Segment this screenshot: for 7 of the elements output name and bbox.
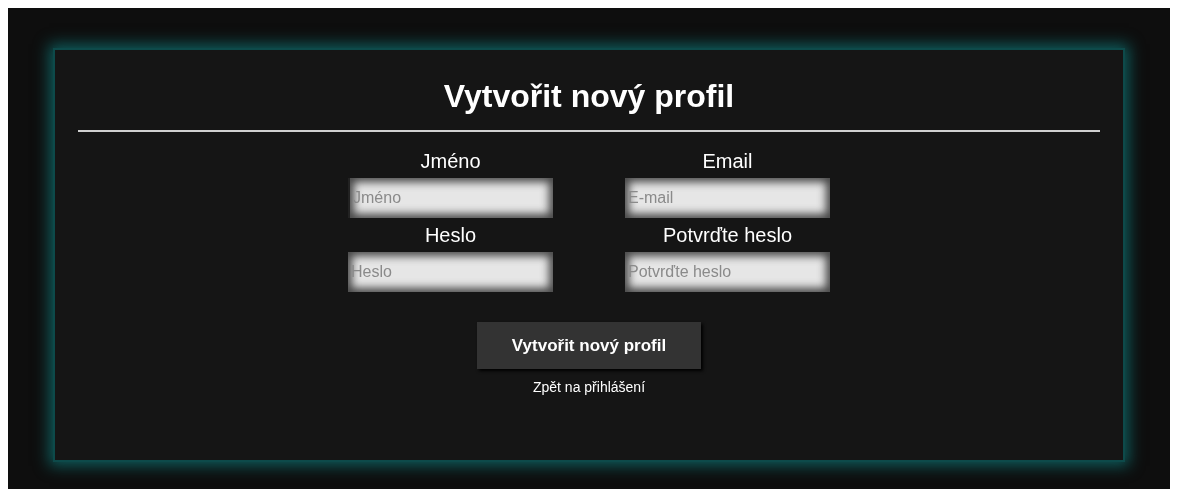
field-label: Heslo xyxy=(424,223,477,248)
form-title: Vytvořit nový profil xyxy=(443,77,735,116)
field-label: Jméno xyxy=(420,149,481,174)
field-label: Email xyxy=(702,149,753,174)
back-to-login-link[interactable]: Zpět na přihlášení xyxy=(532,377,646,398)
field-label: Potvrďte heslo xyxy=(663,223,792,248)
create-profile-button[interactable]: Vytvořit nový profil xyxy=(477,322,701,369)
